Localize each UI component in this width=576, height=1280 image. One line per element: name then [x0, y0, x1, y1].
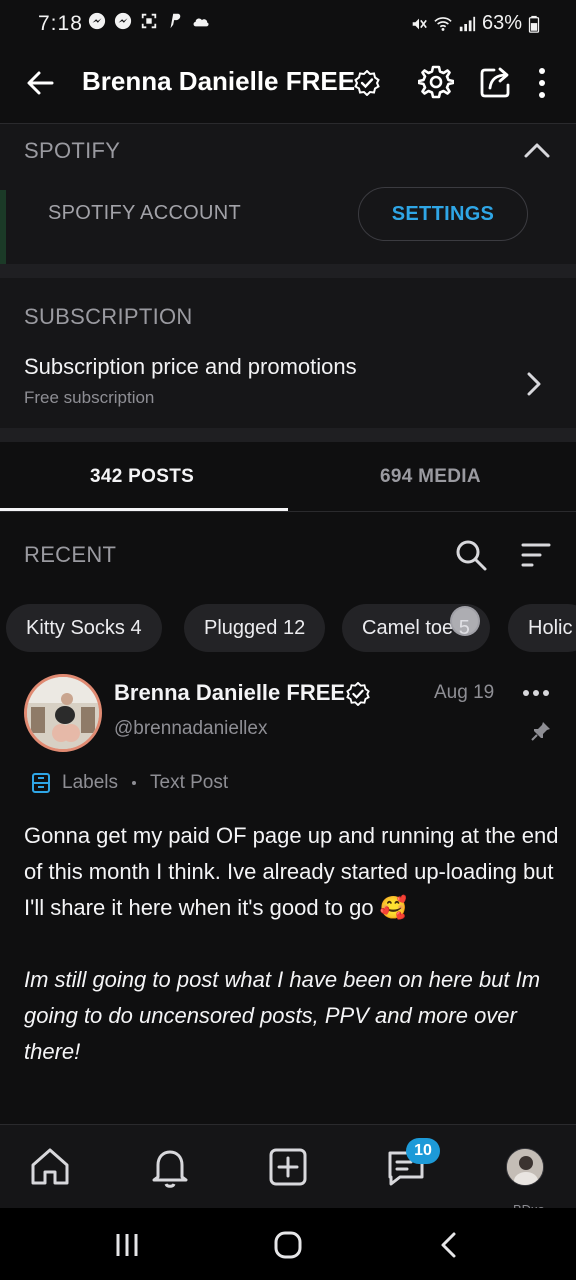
add-post-icon[interactable]: [266, 1145, 310, 1189]
chip-plugged[interactable]: Plugged 12: [184, 604, 326, 652]
battery-percent: 63%: [481, 12, 522, 34]
battery-icon: [528, 15, 540, 33]
messenger-icon: [114, 12, 132, 30]
status-right: 63%: [410, 12, 540, 35]
recent-label: RECENT: [24, 542, 117, 567]
more-vertical-icon[interactable]: [528, 66, 556, 100]
more-horizontal-icon[interactable]: [522, 686, 550, 700]
tab-posts[interactable]: 342 POSTS: [90, 466, 194, 488]
avatar[interactable]: [24, 674, 102, 752]
post-date: Aug 19: [434, 682, 495, 703]
signal-icon: [459, 16, 476, 31]
mute-icon: [412, 18, 427, 29]
status-time: 7:18: [38, 12, 83, 35]
separator-dot: [132, 781, 136, 785]
back-button-icon[interactable]: [434, 1230, 464, 1260]
verified-icon: [346, 682, 370, 706]
subscription-row-subtitle: Free subscription: [24, 388, 155, 407]
messenger-icon: [88, 12, 106, 30]
home-icon[interactable]: [28, 1145, 72, 1189]
bottom-nav: [0, 1124, 576, 1208]
wifi-icon: [434, 16, 452, 31]
share-icon[interactable]: [478, 64, 514, 100]
app-bar: Brenna Danielle FREE: [0, 48, 576, 124]
settings-button[interactable]: SETTINGS: [358, 187, 528, 241]
spotify-account-label: SPOTIFY ACCOUNT: [48, 202, 242, 224]
subscription-section-title: SUBSCRIPTION: [24, 304, 193, 329]
post-body-paragraph: Gonna get my paid OF page up and running…: [24, 823, 559, 920]
post-type: Text Post: [150, 772, 229, 793]
page-title: Brenna Danielle FREE: [82, 66, 356, 96]
labels-icon[interactable]: [30, 772, 52, 794]
touch-indicator: [450, 606, 480, 636]
system-nav-bar: [0, 1208, 576, 1280]
profile-tabs: 342 POSTS 694 MEDIA: [0, 442, 576, 512]
labels-link[interactable]: Labels: [62, 772, 118, 794]
spotify-section-title: SPOTIFY: [24, 138, 121, 163]
messages-badge: 10: [406, 1138, 440, 1164]
paypal-icon: [170, 13, 181, 29]
screenshot-icon: [141, 13, 157, 29]
subscription-row-title[interactable]: Subscription price and promotions: [24, 354, 357, 380]
label-chips: Kitty Socks 4 Plugged 12 Camel toe 5 Hol…: [0, 604, 576, 652]
post-body: Gonna get my paid OF page up and running…: [24, 818, 560, 1070]
post-body-paragraph: Im still going to post what I have been …: [24, 967, 541, 1064]
verified-icon: [354, 70, 380, 96]
gear-icon[interactable]: [418, 64, 454, 100]
back-arrow-icon[interactable]: [24, 66, 58, 100]
bell-icon[interactable]: [148, 1145, 192, 1189]
post-labels-row: Labels Text Post: [30, 772, 228, 794]
sort-filter-icon[interactable]: [520, 540, 552, 570]
section-divider: [0, 428, 576, 442]
active-tab-indicator: [0, 508, 288, 511]
search-icon[interactable]: [454, 538, 488, 572]
post-author-name[interactable]: Brenna Danielle FREE: [114, 680, 345, 706]
chip-kitty-socks[interactable]: Kitty Socks 4: [6, 604, 162, 652]
pin-icon: [531, 722, 550, 741]
avatar-photo: [27, 677, 99, 749]
chip-holic[interactable]: Holic: [508, 604, 576, 652]
status-bar: 7:18 63%: [0, 0, 576, 48]
chevron-up-icon[interactable]: [522, 138, 552, 162]
profile-avatar[interactable]: [506, 1148, 544, 1186]
section-divider: [0, 264, 576, 278]
status-left-icons: [88, 12, 210, 30]
recent-apps-icon[interactable]: [112, 1230, 142, 1260]
chevron-right-icon[interactable]: [522, 370, 546, 398]
post-author-handle[interactable]: @brennadaniellex: [114, 718, 267, 740]
cloud-icon: [193, 18, 209, 27]
home-button-icon[interactable]: [273, 1230, 303, 1260]
tab-media[interactable]: 694 MEDIA: [380, 466, 481, 488]
